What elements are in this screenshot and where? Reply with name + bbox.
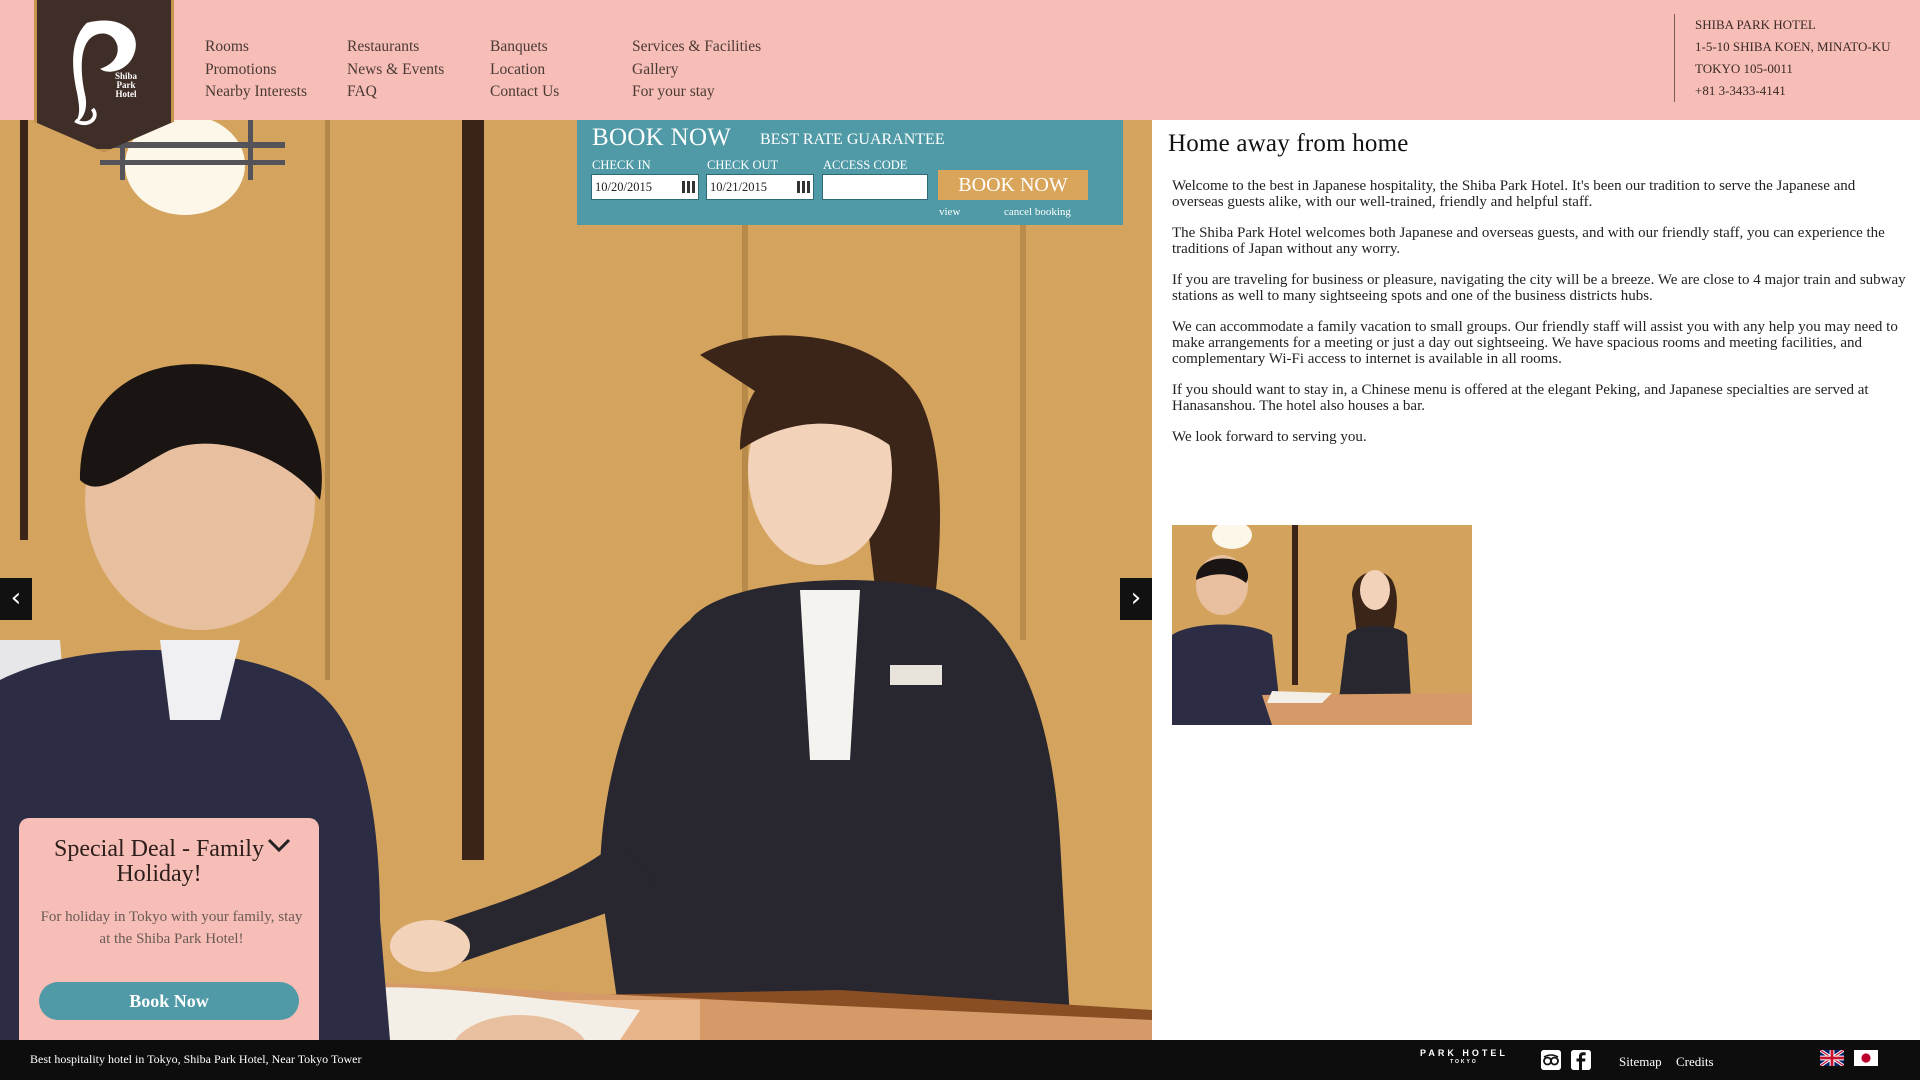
deal-title: Special Deal - Family Holiday! xyxy=(54,836,264,887)
check-out-label: CHECK OUT xyxy=(707,158,779,172)
nav-nearby-interests[interactable]: Nearby Interests xyxy=(205,81,355,104)
tripadvisor-icon[interactable] xyxy=(1541,1050,1561,1070)
view-booking-link[interactable]: view xyxy=(939,206,960,218)
check-in-input[interactable]: 10/20/2015 xyxy=(591,174,699,200)
logo-p-mark xyxy=(73,20,136,126)
slider-next-button[interactable]: › xyxy=(1120,578,1152,620)
park-hotel-tokyo-logo[interactable]: PARK HOTEL TOKYO xyxy=(1420,1049,1508,1067)
nav-news-events[interactable]: News & Events xyxy=(347,59,497,82)
flag-uk-icon[interactable] xyxy=(1819,1048,1845,1068)
check-out-input[interactable]: 10/21/2015 xyxy=(706,174,814,200)
nav-column-1: Rooms Promotions Nearby Interests xyxy=(205,36,355,104)
nav-column-3: Banquets Location Contact Us xyxy=(490,36,640,104)
nav-for-your-stay[interactable]: For your stay xyxy=(632,81,782,104)
special-deal-popup: Special Deal - Family Holiday! For holid… xyxy=(19,818,319,1048)
hotel-address-line2: TOKYO 105-0011 xyxy=(1695,61,1793,76)
intro-text: Welcome to the best in Japanese hospital… xyxy=(1172,178,1907,445)
nav-location[interactable]: Location xyxy=(490,59,640,82)
chevron-right-icon: › xyxy=(1130,583,1142,613)
access-code-input[interactable] xyxy=(822,174,928,200)
paragraph: We can accommodate a family vacation to … xyxy=(1172,319,1898,367)
nav-contact-us[interactable]: Contact Us xyxy=(490,81,640,104)
booking-widget: BOOK NOW BEST RATE GUARANTEE CHECK IN 10… xyxy=(577,120,1123,225)
paragraph: We look forward to serving you. xyxy=(1172,429,1367,445)
facebook-icon[interactable] xyxy=(1571,1050,1591,1070)
check-in-label: CHECK IN xyxy=(592,158,651,172)
nav-faq[interactable]: FAQ xyxy=(347,81,497,104)
hotel-logo[interactable]: Shiba Park Hotel xyxy=(34,0,174,152)
logo-wordmark: Shiba Park Hotel xyxy=(109,72,143,99)
site-header: Shiba Park Hotel Rooms Promotions Nearby… xyxy=(0,0,1920,152)
paragraph: If you should want to stay in, a Chinese… xyxy=(1172,382,1869,414)
main-content: Home away from home Welcome to the best … xyxy=(1168,120,1908,460)
cancel-booking-link[interactable]: cancel booking xyxy=(1004,206,1071,218)
logo-text: Shiba Park Hotel xyxy=(114,71,138,99)
deal-description: For holiday in Tokyo with your family, s… xyxy=(40,909,303,947)
hotel-name: SHIBA PARK HOTEL xyxy=(1695,17,1816,32)
flag-japan-icon[interactable] xyxy=(1854,1050,1878,1066)
content-thumbnail-image xyxy=(1172,525,1472,725)
nav-restaurants[interactable]: Restaurants xyxy=(347,36,497,59)
slider-prev-button[interactable]: ‹ xyxy=(0,578,32,620)
calendar-icon[interactable] xyxy=(797,181,810,193)
calendar-icon[interactable] xyxy=(682,181,695,193)
nav-promotions[interactable]: Promotions xyxy=(205,59,355,82)
paragraph: If you are traveling for business or ple… xyxy=(1172,272,1906,304)
nav-column-4: Services & Facilities Gallery For your s… xyxy=(632,36,782,104)
access-code-label: ACCESS CODE xyxy=(823,158,908,172)
best-rate-guarantee: BEST RATE GUARANTEE xyxy=(760,131,945,148)
nav-banquets[interactable]: Banquets xyxy=(490,36,640,59)
check-out-value: 10/21/2015 xyxy=(710,180,767,194)
nav-gallery[interactable]: Gallery xyxy=(632,59,782,82)
paragraph: Welcome to the best in Japanese hospital… xyxy=(1172,178,1856,210)
park-logo-text: PARK HOTEL xyxy=(1420,1048,1508,1058)
hotel-contact-info: SHIBA PARK HOTEL 1-5-10 SHIBA KOEN, MINA… xyxy=(1674,14,1890,102)
hotel-phone[interactable]: +81 3-3433-4141 xyxy=(1695,80,1890,102)
page-title: Home away from home xyxy=(1168,130,1409,157)
book-now-button[interactable]: BOOK NOW xyxy=(938,170,1088,200)
hotel-address-line1: 1-5-10 SHIBA KOEN, MINATO-KU xyxy=(1695,39,1891,54)
chevron-down-icon[interactable] xyxy=(264,834,294,858)
sitemap-link[interactable]: Sitemap xyxy=(1619,1054,1662,1070)
nav-rooms[interactable]: Rooms xyxy=(205,36,355,59)
nav-services-facilities[interactable]: Services & Facilities xyxy=(632,36,782,59)
credits-link[interactable]: Credits xyxy=(1676,1054,1714,1070)
chevron-left-icon: ‹ xyxy=(10,583,22,613)
booking-title: BOOK NOW xyxy=(592,124,732,151)
check-in-value: 10/20/2015 xyxy=(595,180,652,194)
nav-column-2: Restaurants News & Events FAQ xyxy=(347,36,497,104)
site-footer: Best hospitality hotel in Tokyo, Shiba P… xyxy=(0,1040,1920,1080)
park-logo-subtext: TOKYO xyxy=(1450,1059,1478,1065)
thumbnail-photo xyxy=(1172,525,1472,725)
deal-book-now-button[interactable]: Book Now xyxy=(39,982,299,1020)
paragraph: The Shiba Park Hotel welcomes both Japan… xyxy=(1172,225,1885,257)
footer-tagline: Best hospitality hotel in Tokyo, Shiba P… xyxy=(30,1052,362,1066)
